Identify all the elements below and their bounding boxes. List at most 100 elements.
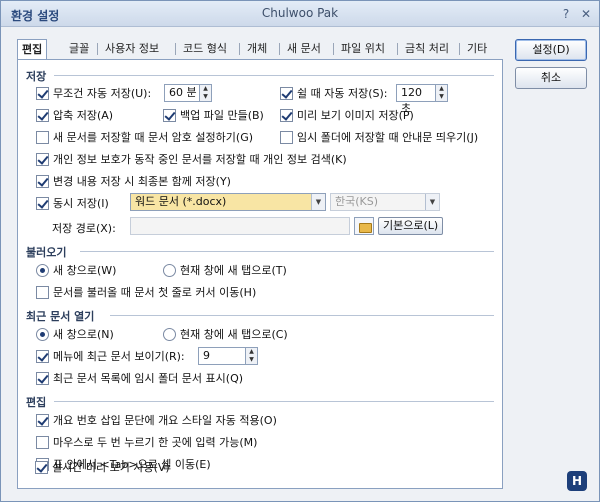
section-divider xyxy=(110,315,494,316)
chevron-down-icon[interactable]: ▼ xyxy=(311,194,325,210)
chevron-up-icon[interactable]: ▲ xyxy=(436,85,447,93)
save-format-select[interactable]: 워드 문서 (*.docx) ▼ xyxy=(130,193,326,211)
autosave-rest-option[interactable]: 쉴 때 자동 저장(S): xyxy=(280,85,387,101)
first-line-checkbox[interactable] xyxy=(36,285,49,299)
preferences-dialog: 환경 설정 Chulwoo Pak ? ✕ 편집 글꼴 사용자 정보 코드 형식… xyxy=(0,0,600,502)
save-path-label: 저장 경로(X): xyxy=(52,222,116,235)
tab-edit[interactable]: 편집 xyxy=(17,39,48,60)
chevron-up-icon[interactable]: ▲ xyxy=(200,85,211,93)
stepper-arrows[interactable]: ▲ ▼ xyxy=(435,85,447,101)
recent-temp-label: 최근 문서 목록에 임시 폴더 문서 표시(Q) xyxy=(53,372,244,385)
open-new-tab-radio[interactable] xyxy=(163,263,176,277)
double-click-label: 마우스로 두 번 누르기 한 곳에 입력 가능(M) xyxy=(53,436,258,449)
compress-label: 압축 저장(A) xyxy=(53,109,114,122)
recent-new-tab-radio[interactable] xyxy=(163,327,176,341)
tab-forbidden-chars[interactable]: 금칙 처리 xyxy=(401,39,453,59)
recent-new-window-option[interactable]: 새 창으로(N) xyxy=(36,326,114,342)
first-line-option[interactable]: 문서를 불러올 때 문서 첫 줄로 커서 이동(H) xyxy=(36,284,256,300)
compress-option[interactable]: 압축 저장(A) xyxy=(36,107,113,123)
recent-menu-checkbox[interactable] xyxy=(36,349,49,363)
simultaneous-save-checkbox[interactable] xyxy=(36,196,49,210)
open-new-tab-option[interactable]: 현재 창에 새 탭으로(T) xyxy=(163,262,287,278)
password-checkbox[interactable] xyxy=(36,130,49,144)
open-new-window-label: 새 창으로(W) xyxy=(53,264,117,277)
recent-menu-label: 메뉴에 최근 문서 보이기(R): xyxy=(53,350,185,363)
recent-count-stepper[interactable]: 9 ▲ ▼ xyxy=(198,347,258,365)
temp-notice-option[interactable]: 임시 폴더에 저장할 때 안내문 띄우기(J) xyxy=(280,129,478,145)
privacy-check-checkbox[interactable] xyxy=(36,152,49,166)
recent-temp-option[interactable]: 최근 문서 목록에 임시 폴더 문서 표시(Q) xyxy=(36,370,243,386)
app-logo: H xyxy=(567,471,587,491)
recent-new-tab-label: 현재 창에 새 탭으로(C) xyxy=(180,328,288,341)
autosave-idle-value: 60 분 xyxy=(169,86,197,99)
simultaneous-save-label: 동시 저장(I) xyxy=(53,197,109,210)
autosave-rest-stepper[interactable]: 120 초 ▲ ▼ xyxy=(396,84,448,115)
default-path-button[interactable]: 기본으로(L) xyxy=(378,217,444,235)
autosave-idle-checkbox[interactable] xyxy=(36,86,49,100)
chevron-up-icon[interactable]: ▲ xyxy=(246,348,257,356)
double-click-checkbox[interactable] xyxy=(36,435,49,449)
section-save-title: 저장 xyxy=(26,70,47,83)
cancel-button[interactable]: 취소 xyxy=(515,67,587,89)
autosave-idle-label: 무조건 자동 저장(U): xyxy=(53,87,152,100)
changes-merge-label: 변경 내용 저장 시 최종본 함께 저장(Y) xyxy=(53,175,231,188)
preview-image-option[interactable]: 미리 보기 이미지 저장(P) xyxy=(280,107,414,123)
privacy-check-option[interactable]: 개인 정보 보호가 동작 중인 문서를 저장할 때 개인 정보 검색(K) xyxy=(36,151,347,167)
chevron-down-icon[interactable]: ▼ xyxy=(246,356,257,364)
changes-merge-option[interactable]: 변경 내용 저장 시 최종본 함께 저장(Y) xyxy=(36,173,231,189)
tab-user-info[interactable]: 사용자 정보 xyxy=(101,39,163,59)
first-line-label: 문서를 불러올 때 문서 첫 줄로 커서 이동(H) xyxy=(53,286,257,299)
recent-temp-checkbox[interactable] xyxy=(36,371,49,385)
title-bar[interactable]: 환경 설정 Chulwoo Pak ? ✕ xyxy=(1,1,599,27)
stepper-arrows[interactable]: ▲ ▼ xyxy=(199,85,211,101)
password-option[interactable]: 새 문서를 저장할 때 문서 암호 설정하기(G) xyxy=(36,129,253,145)
save-language-value: 한국(KS) xyxy=(335,195,379,208)
recent-new-window-radio[interactable] xyxy=(36,327,49,341)
autosave-idle-stepper[interactable]: 60 분 ▲ ▼ xyxy=(164,84,212,102)
autosave-rest-label: 쉴 때 자동 저장(S): xyxy=(297,87,388,100)
recent-new-window-label: 새 창으로(N) xyxy=(53,328,114,341)
help-icon[interactable]: ? xyxy=(559,7,573,21)
autosave-idle-option[interactable]: 무조건 자동 저장(U): xyxy=(36,85,151,101)
open-new-tab-label: 현재 창에 새 탭으로(T) xyxy=(180,264,287,277)
chevron-down-icon[interactable]: ▼ xyxy=(436,93,447,101)
tab-font[interactable]: 글꼴 xyxy=(65,39,93,59)
live-preview-label: 실시간 미리 보기 사용(V) xyxy=(52,461,170,474)
open-new-window-option[interactable]: 새 창으로(W) xyxy=(36,262,116,278)
open-new-window-radio[interactable] xyxy=(36,263,49,277)
close-icon[interactable]: ✕ xyxy=(579,7,593,21)
autosave-rest-checkbox[interactable] xyxy=(280,86,293,100)
user-name-title: Chulwoo Pak xyxy=(261,6,339,20)
preview-image-checkbox[interactable] xyxy=(280,108,293,122)
tab-strip: 편집 글꼴 사용자 정보 코드 형식 개체 새 문서 파일 위치 금칙 처리 기… xyxy=(17,39,497,60)
changes-merge-checkbox[interactable] xyxy=(36,174,49,188)
preview-image-label: 미리 보기 이미지 저장(P) xyxy=(297,109,414,122)
compress-checkbox[interactable] xyxy=(36,108,49,122)
tab-file-location[interactable]: 파일 위치 xyxy=(337,39,389,59)
tab-other[interactable]: 기타 xyxy=(463,39,491,59)
backup-checkbox[interactable] xyxy=(163,108,176,122)
tab-code-format[interactable]: 코드 형식 xyxy=(179,39,231,59)
live-preview-option[interactable]: 실시간 미리 보기 사용(V) xyxy=(35,459,170,475)
save-language-select: 한국(KS) ▼ xyxy=(330,193,440,211)
auto-style-option[interactable]: 개요 번호 삽입 문단에 개요 스타일 자동 적용(O) xyxy=(36,412,277,428)
recent-menu-option[interactable]: 메뉴에 최근 문서 보이기(R): xyxy=(36,348,185,364)
edit-settings-panel: 저장 무조건 자동 저장(U): 60 분 ▲ ▼ 쉴 때 자동 저장(S): 1… xyxy=(17,59,503,489)
backup-option[interactable]: 백업 파일 만들(B) xyxy=(163,107,264,123)
chevron-down-icon[interactable]: ▼ xyxy=(200,93,211,101)
tab-new-document[interactable]: 새 문서 xyxy=(283,39,325,59)
ok-button[interactable]: 설정(D) xyxy=(515,39,587,61)
tab-separator xyxy=(333,43,334,55)
stepper-arrows[interactable]: ▲ ▼ xyxy=(245,348,257,364)
temp-notice-checkbox[interactable] xyxy=(280,130,293,144)
auto-style-checkbox[interactable] xyxy=(36,413,49,427)
tab-object[interactable]: 개체 xyxy=(243,39,271,59)
section-edit-title: 편집 xyxy=(26,396,47,409)
double-click-option[interactable]: 마우스로 두 번 누르기 한 곳에 입력 가능(M) xyxy=(36,434,257,450)
section-divider xyxy=(54,401,494,402)
recent-new-tab-option[interactable]: 현재 창에 새 탭으로(C) xyxy=(163,326,288,342)
simultaneous-save-option[interactable]: 동시 저장(I) xyxy=(36,195,109,211)
live-preview-checkbox[interactable] xyxy=(35,460,48,474)
folder-icon[interactable] xyxy=(354,217,374,235)
save-path-input[interactable] xyxy=(130,217,350,235)
